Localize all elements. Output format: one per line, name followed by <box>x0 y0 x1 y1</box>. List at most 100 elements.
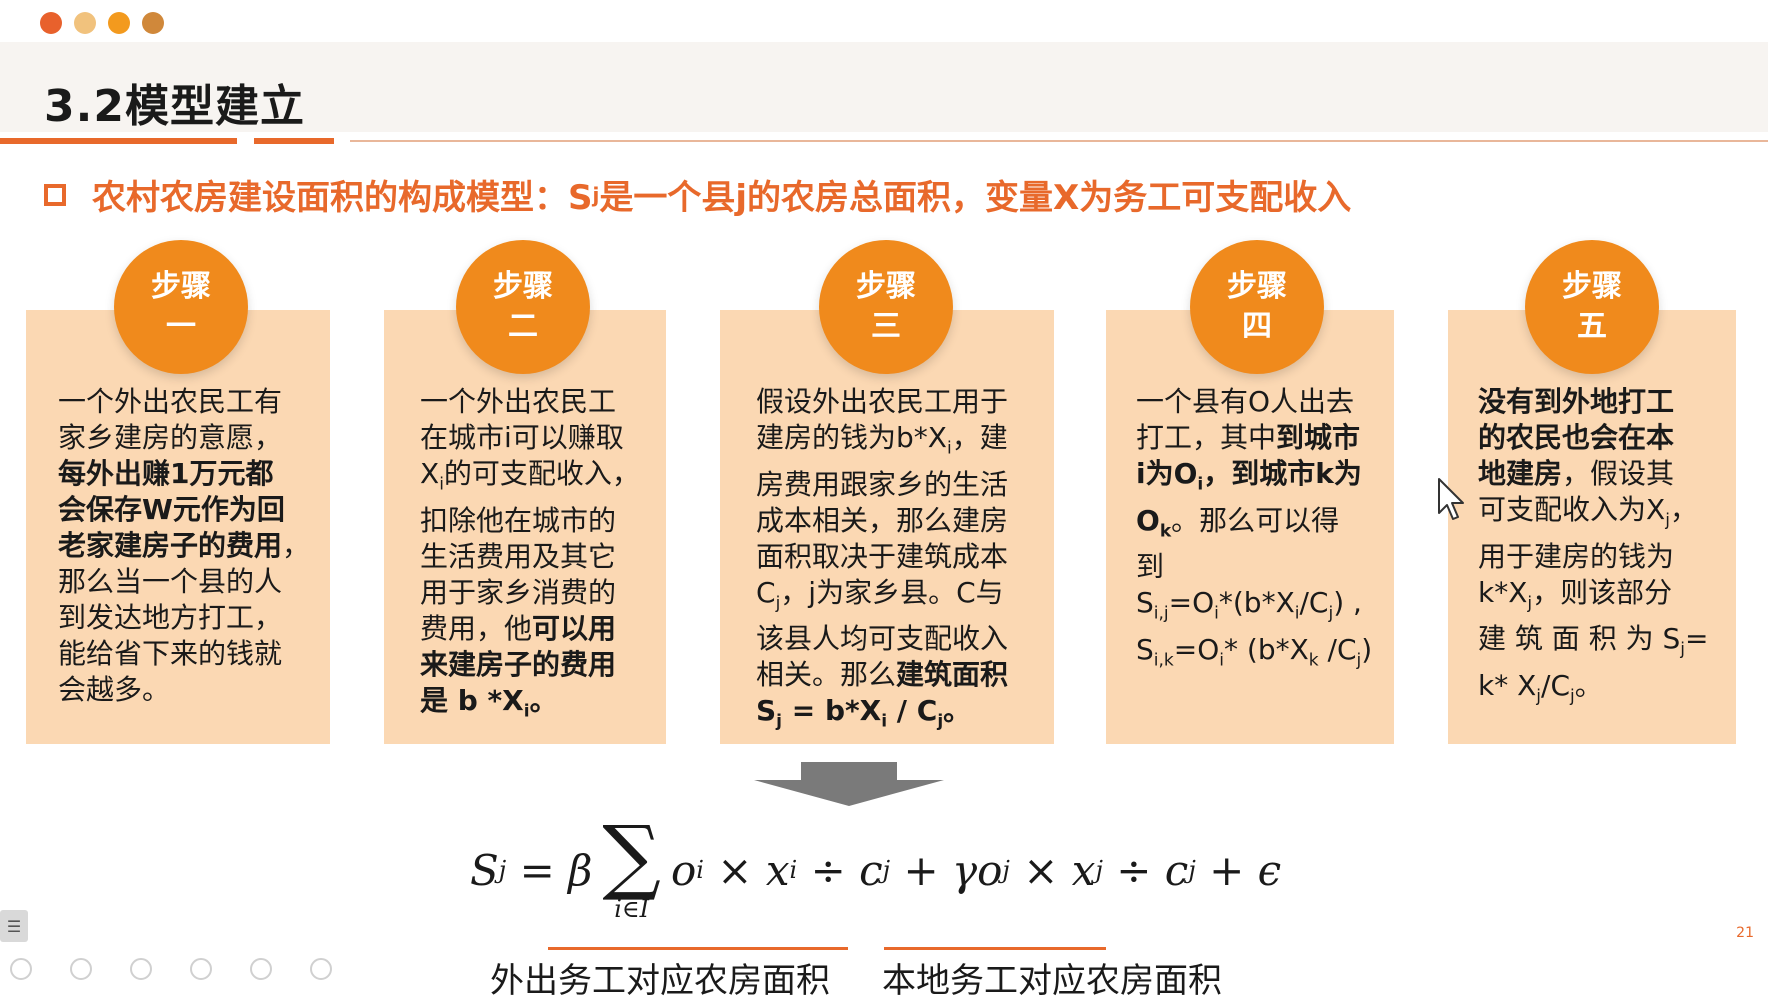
text-span: X <box>420 457 440 490</box>
local-term-label: 本地务工对应农房面积 <box>882 961 1222 1001</box>
text-line: 面积取决于建筑成本 <box>756 539 1009 573</box>
title-rule-middle <box>254 138 334 144</box>
text-span: 可支配收入为X <box>1478 493 1666 526</box>
text-span: 。那么可以得 <box>1171 503 1340 537</box>
step-card-1: 一个外出农民工有 家乡建房的意愿， 每外出赚1万元都 会保存W元作为回 老家建房… <box>26 310 330 744</box>
bold-text: 地建房 <box>1478 457 1563 490</box>
menu-icon[interactable]: ☰ <box>0 910 28 942</box>
text-span: S <box>1136 586 1154 620</box>
text-span: = <box>1685 622 1709 656</box>
formula-sub: j <box>1188 856 1196 884</box>
previous-icon[interactable] <box>10 958 32 980</box>
step-number: 一 <box>166 309 196 344</box>
title-rule-right <box>350 140 1768 142</box>
text-line: 扣除他在城市的 <box>420 503 617 537</box>
subtitle-suffix: 是一个县j的农房总面积，变量X为务工可支配收入 <box>599 178 1352 218</box>
formula-sub: j <box>1002 856 1010 884</box>
text-span: 的可支配收入， <box>443 457 640 490</box>
bold-text: i为O <box>1136 457 1198 490</box>
text-line: 建房的钱为b*Xi，建 <box>756 420 1054 467</box>
text-span: 。 <box>1574 668 1603 702</box>
maximize-dot-icon[interactable] <box>108 12 130 34</box>
step-card-4: 一个县有O人出去 打工，其中到城市 i为Oi，到城市k为 Ok。那么可以得 到 … <box>1106 310 1394 744</box>
text-span: k*X <box>1478 575 1528 609</box>
slides-icon[interactable] <box>190 958 212 980</box>
text-span: 建 筑 面 积 为 S <box>1478 622 1681 656</box>
text-span: 建房的钱为b*X <box>756 421 947 454</box>
text-line: k* Xj/Cj。 <box>1478 668 1736 715</box>
bold-text: 老家建房子的费用 <box>58 529 283 562</box>
formula-part: + ϵ <box>1195 845 1282 895</box>
close-dot-icon[interactable] <box>40 12 62 34</box>
bold-text: O <box>1136 503 1160 537</box>
zoom-icon[interactable] <box>250 958 272 980</box>
bold-text: 是 b *X <box>420 683 524 717</box>
bold-text: 没有到外地打工 <box>1478 385 1675 418</box>
step-badge-4: 步骤 四 <box>1190 240 1324 374</box>
bold-text: / C <box>887 694 938 728</box>
text-span: ， <box>282 529 311 562</box>
text-line: 那么当一个县的人 <box>58 565 283 598</box>
bold-text: S <box>756 694 777 728</box>
text-line: 成本相关，那么建房 <box>756 503 1009 537</box>
pen-icon[interactable] <box>130 958 152 980</box>
text-span: 打工，其中 <box>1136 421 1277 454</box>
text-span: ，建 <box>951 421 1008 454</box>
formula-sub: i <box>789 856 798 884</box>
text-span: C <box>756 575 776 609</box>
text-line: 家乡建房的意愿， <box>58 421 283 454</box>
text-line: 到 <box>1136 550 1165 584</box>
text-line: 一个外出农民工有 <box>58 385 283 418</box>
step-3-text: 假设外出农民工用于 建房的钱为b*Xi，建 房费用跟家乡的生活 成本相关，那么建… <box>720 384 1054 740</box>
text-span: 费用，他 <box>420 611 533 645</box>
text-span: /C <box>1299 586 1329 620</box>
step-2-text: 一个外出农民工 在城市i可以赚取 Xi的可支配收入， 扣除他在城市的 生活费用及… <box>384 384 666 729</box>
text-line: 是 b *Xi。 <box>420 683 666 730</box>
subscript: i,k <box>1153 650 1174 671</box>
step-badge-1: 步骤 一 <box>114 240 248 374</box>
step-label: 步骤 <box>1227 269 1287 304</box>
text-line: 能给省下来的钱就 <box>58 637 283 670</box>
formula-part: × x <box>1009 845 1096 895</box>
step-card-5: 没有到外地打工 的农民也会在本 地建房，假设其 可支配收入为Xj， 用于建房的钱… <box>1448 310 1736 744</box>
text-span: ) <box>1361 632 1373 666</box>
text-line: 用于建房的钱为 <box>1478 539 1675 573</box>
text-line: Ok。那么可以得 <box>1136 503 1394 550</box>
formula-part: ÷ c <box>1102 845 1189 895</box>
text-line: 打工，其中到城市 <box>1136 420 1394 456</box>
text-line: 地建房，假设其 <box>1478 456 1736 492</box>
formula-part: ÷ c <box>797 845 883 895</box>
formula-sub: j <box>498 856 507 884</box>
text-line: 生活费用及其它 <box>420 539 617 573</box>
local-term-underline <box>884 947 1106 950</box>
bold-text: 会保存W元作为回 <box>58 493 285 526</box>
step-number: 三 <box>871 309 901 344</box>
step-label: 步骤 <box>856 269 916 304</box>
text-line: 老家建房子的费用， <box>58 528 330 564</box>
formula-part: = β <box>506 845 593 895</box>
text-span: *(b*X <box>1218 586 1295 620</box>
sigma-symbol: ∑ <box>602 809 661 904</box>
text-line: Cj，j为家乡县。C与 <box>756 575 1054 622</box>
text-line: Si,k=Oi* (b*Xk /Cj) <box>1136 632 1394 679</box>
next-icon[interactable] <box>70 958 92 980</box>
step-badge-2: 步骤 二 <box>456 240 590 374</box>
more-icon[interactable] <box>310 958 332 980</box>
extra-dot-icon[interactable] <box>142 12 164 34</box>
bold-text: 。 <box>943 694 972 728</box>
subscript: k <box>1159 521 1172 542</box>
text-line: 相关。那么建筑面积 <box>756 657 1054 693</box>
bold-text: ，到城市k为 <box>1203 457 1362 490</box>
page-number: 21 <box>1736 925 1754 941</box>
step-label: 步骤 <box>493 269 553 304</box>
text-span: ， <box>1669 493 1698 526</box>
text-line: k*Xj，则该部分 <box>1478 575 1736 622</box>
title-rule-left <box>0 138 237 144</box>
text-span: k* X <box>1478 668 1537 702</box>
text-line: 没有到外地打工 <box>1478 384 1736 420</box>
text-line: 房费用跟家乡的生活 <box>756 467 1009 501</box>
step-5-text: 没有到外地打工 的农民也会在本 地建房，假设其 可支配收入为Xj， 用于建房的钱… <box>1448 384 1736 714</box>
minimize-dot-icon[interactable] <box>74 12 96 34</box>
text-span: /C <box>1541 668 1571 702</box>
step-label: 步骤 <box>1562 269 1622 304</box>
